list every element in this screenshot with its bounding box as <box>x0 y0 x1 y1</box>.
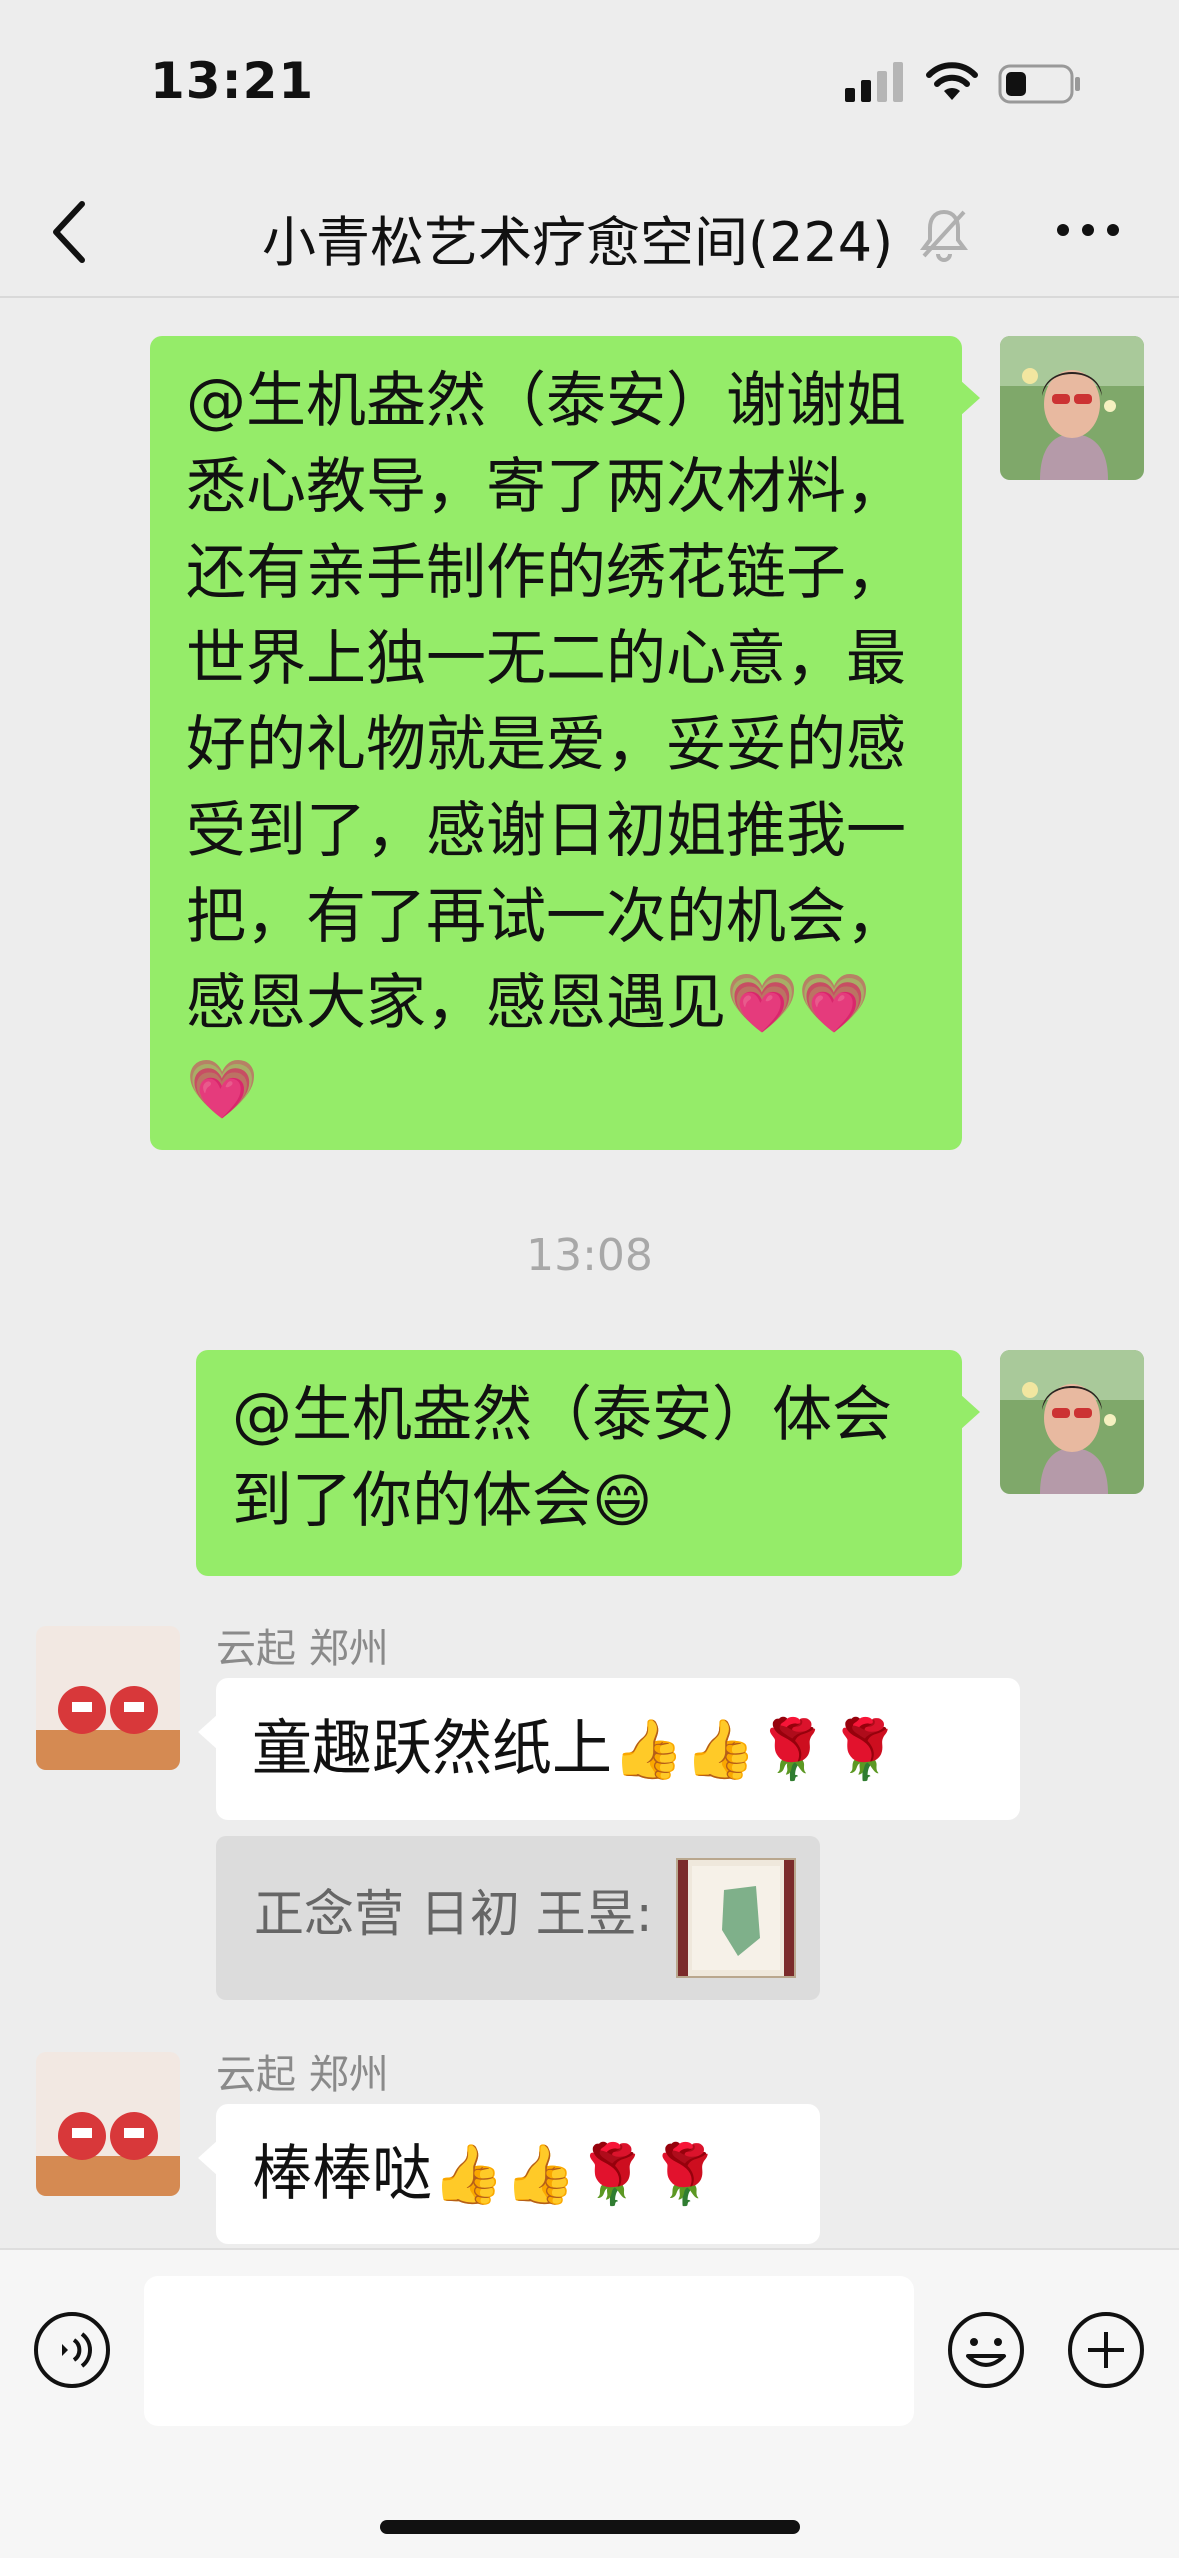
status-time: 13:21 <box>150 52 315 110</box>
sender-name: 云起 郑州 <box>216 1626 389 1672</box>
message-text: @生机盎然（泰安）谢谢姐 悉心教导，寄了两次材料，还有亲手制作的绣花链子，世界上… <box>186 366 906 1038</box>
input-bar <box>0 2248 1179 2558</box>
emoji-icon[interactable] <box>946 2310 1026 2390</box>
wifi-icon <box>926 62 978 100</box>
message-timestamp: 13:08 <box>526 1230 653 1281</box>
message-input[interactable] <box>144 2276 914 2426</box>
outgoing-message[interactable]: @生机盎然（泰安）谢谢姐 悉心教导，寄了两次材料，还有亲手制作的绣花链子，世界上… <box>150 336 980 1150</box>
mute-icon <box>920 209 968 262</box>
outgoing-message[interactable]: @生机盎然（泰安）体会到了你的体会😄 <box>196 1350 980 1576</box>
sender-avatar[interactable] <box>36 1626 180 1770</box>
incoming-message[interactable]: 棒棒哒👍👍🌹🌹 <box>198 2104 820 2244</box>
sender-avatar[interactable] <box>36 2052 180 2196</box>
my-avatar[interactable] <box>1000 336 1144 480</box>
incoming-message[interactable]: 童趣跃然纸上👍👍🌹🌹 <box>198 1678 1020 1820</box>
my-avatar[interactable] <box>1000 1350 1144 1494</box>
battery-icon <box>998 64 1080 104</box>
thumbs-rose-emoji: 👍👍🌹🌹 <box>612 1715 901 1783</box>
chat-title[interactable]: 小青松艺术疗愈空间(224) <box>262 198 893 277</box>
home-indicator[interactable] <box>380 2520 800 2534</box>
back-icon[interactable] <box>40 192 100 272</box>
message-text: 童趣跃然纸上 <box>252 1714 612 1784</box>
status-bar: 13:21 <box>0 0 1179 170</box>
more-icon[interactable] <box>1055 220 1121 240</box>
chat-header: 小青松艺术疗愈空间(224) <box>0 170 1179 298</box>
quote-text: 正念营 日初 王昱: <box>254 1885 653 1943</box>
quoted-message[interactable]: 正念营 日初 王昱: <box>216 1836 820 2000</box>
message-text: @生机盎然（泰安）体会到了你的体会 <box>232 1380 892 1536</box>
sender-name: 云起 郑州 <box>216 2052 389 2098</box>
quote-image-thumbnail[interactable] <box>676 1858 796 1978</box>
plus-icon[interactable] <box>1066 2310 1146 2390</box>
signal-icon <box>845 62 903 102</box>
message-text: 棒棒哒 <box>252 2139 432 2209</box>
voice-icon[interactable] <box>32 2310 112 2390</box>
grin-emoji: 😄 <box>592 1467 653 1535</box>
thumbs-rose-emoji: 👍👍🌹🌹 <box>432 2140 721 2208</box>
